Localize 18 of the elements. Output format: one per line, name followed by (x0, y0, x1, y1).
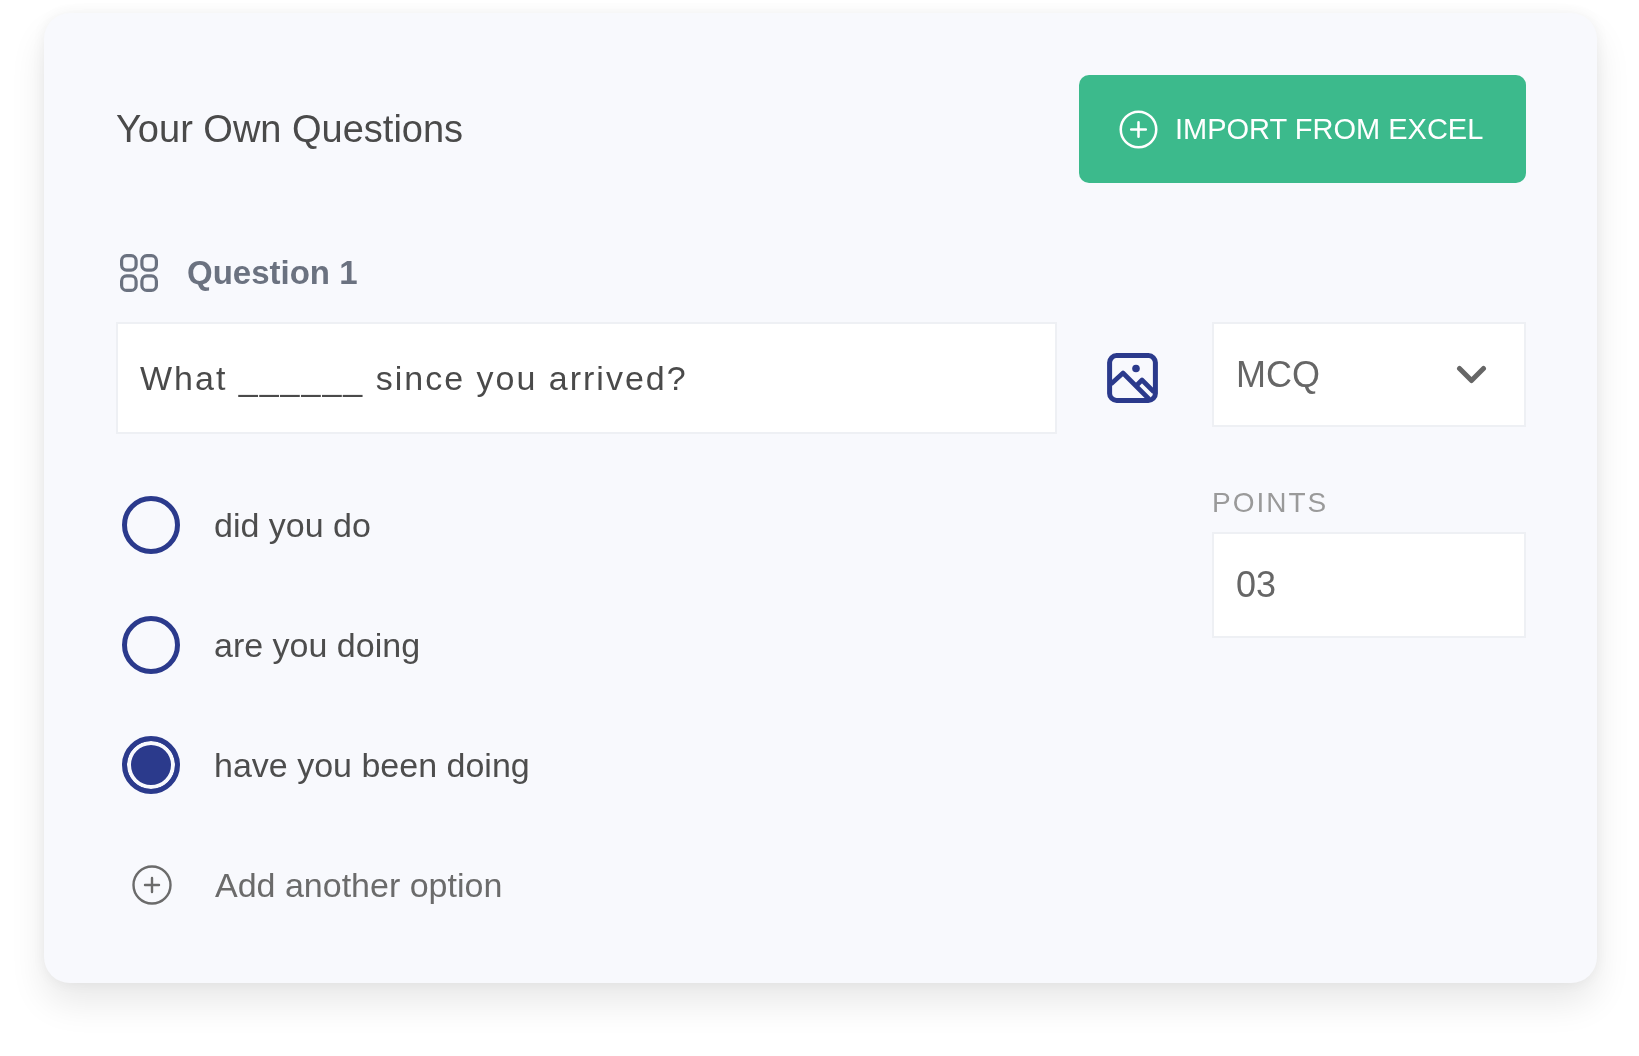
grid-icon (120, 254, 158, 292)
points-label: POINTS (1212, 487, 1330, 519)
question-type-dropdown[interactable]: MCQ (1212, 322, 1526, 427)
section-title: Your Own Questions (116, 107, 464, 151)
radio-button[interactable] (122, 616, 180, 674)
chevron-down-icon (1456, 364, 1487, 385)
question-field[interactable]: What ______ since you arrived? (116, 322, 1057, 434)
plus-circle-icon (132, 865, 172, 905)
points-field[interactable]: 03 (1212, 532, 1526, 638)
plus-circle-icon (1119, 109, 1158, 149)
option-text: have you been doing (214, 745, 530, 785)
option-text: did you do (214, 505, 371, 545)
radio-button[interactable] (122, 736, 180, 794)
question-label: Question 1 (187, 254, 358, 292)
radio-button[interactable] (122, 496, 180, 554)
add-option-button[interactable]: Add another option (132, 865, 503, 905)
option-text: are you doing (214, 625, 421, 665)
image-icon[interactable] (1107, 353, 1158, 403)
